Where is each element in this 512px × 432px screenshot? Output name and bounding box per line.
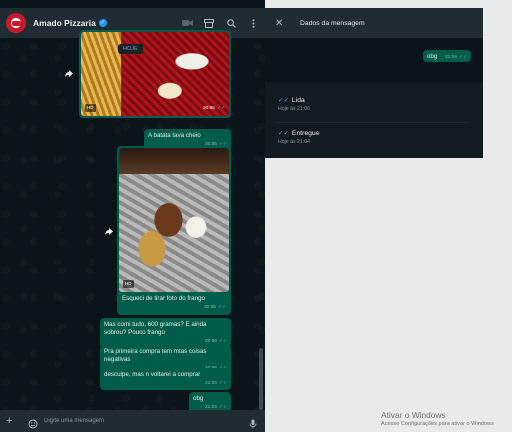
chat-body[interactable]: HD 20:55 ✓✓ A batata tava cheio 20:55 ✓✓ H… bbox=[0, 30, 265, 414]
message-input[interactable] bbox=[44, 414, 234, 428]
message-time: 21:04 ✓✓ bbox=[204, 381, 227, 386]
close-icon[interactable]: ✕ bbox=[275, 18, 287, 29]
photo-chicken[interactable]: HD bbox=[119, 148, 229, 292]
message-time: 21:04 ✓✓ bbox=[444, 55, 467, 60]
desktop-background bbox=[265, 158, 483, 432]
message-time: 20:55 ✓✓ bbox=[202, 106, 225, 111]
message-text: desculpe, mas n voltarei a comprar bbox=[104, 371, 201, 378]
image-message[interactable]: HD Esqueci de tirar foto do frango 20:55… bbox=[117, 146, 231, 315]
status-label: Lida bbox=[291, 96, 305, 104]
message-text: obg bbox=[426, 53, 438, 60]
info-title: Dados da mensagem bbox=[300, 19, 365, 27]
message-bubble[interactable]: Mas comi tudo, 600 gramas? E ainda sobro… bbox=[100, 318, 231, 348]
message-text: A batata tava cheio bbox=[148, 132, 201, 139]
info-preview: obg 21:04 ✓✓ bbox=[265, 38, 483, 82]
header-actions bbox=[181, 17, 259, 29]
image-message[interactable]: HD 20:55 ✓✓ bbox=[79, 30, 231, 118]
watermark-title: Ativar o Windows bbox=[381, 410, 446, 420]
emoji-icon[interactable] bbox=[28, 416, 38, 429]
status-time: Hoje às 21:04 bbox=[278, 139, 311, 145]
message-bubble: obg 21:04 ✓✓ bbox=[422, 50, 471, 62]
message-text: Mas comi tudo, 600 gramas? E ainda sobro… bbox=[104, 321, 207, 336]
double-check-icon: ✓✓ bbox=[278, 97, 289, 104]
info-header: ✕ Dados da mensagem bbox=[265, 8, 483, 38]
message-text: Pra primeira compra tem mtas coisas nega… bbox=[104, 348, 207, 363]
status-label: Entregue bbox=[291, 129, 320, 137]
status-list: ✓✓ Lida Hoje às 21:06 ✓✓ Entregue Hoje às … bbox=[265, 82, 483, 158]
forward-icon[interactable] bbox=[62, 66, 76, 80]
microphone-icon[interactable] bbox=[249, 416, 259, 429]
message-bubble[interactable]: desculpe, mas n voltarei a comprar 21:04… bbox=[100, 368, 231, 390]
watermark-subtitle: Acesse Configurações para ativar o Windo… bbox=[381, 421, 494, 427]
contact-name[interactable]: Amado Pizzaria bbox=[33, 18, 96, 28]
double-check-icon: ✓✓ bbox=[278, 130, 289, 137]
status-delivered: ✓✓ Entregue Hoje às 21:04 bbox=[278, 129, 320, 146]
desktop-background bbox=[265, 0, 512, 8]
chat-pane: Amado Pizzaria ✓ HD 20:55 ✓✓ A batata ta… bbox=[0, 0, 265, 432]
scrollbar[interactable] bbox=[259, 348, 263, 410]
message-text: obg bbox=[193, 395, 204, 402]
store-icon[interactable] bbox=[203, 17, 215, 29]
date-chip: HOJE bbox=[118, 44, 143, 54]
photo-fries[interactable]: HD 20:55 ✓✓ bbox=[81, 32, 229, 116]
status-time: Hoje às 21:06 bbox=[278, 106, 311, 112]
search-icon[interactable] bbox=[225, 17, 237, 29]
hd-badge: HD bbox=[85, 104, 96, 112]
divider bbox=[277, 122, 467, 123]
attach-plus-icon[interactable]: + bbox=[6, 415, 18, 427]
video-call-icon[interactable] bbox=[181, 17, 193, 29]
desktop-background bbox=[483, 0, 512, 432]
hd-badge: HD bbox=[123, 280, 134, 288]
composer: + bbox=[0, 410, 265, 432]
status-read: ✓✓ Lida Hoje às 21:06 bbox=[278, 96, 311, 113]
image-caption: Esqueci de tirar foto do frango 20:55 ✓✓ bbox=[122, 295, 226, 310]
menu-icon[interactable] bbox=[247, 17, 259, 29]
verified-badge-icon: ✓ bbox=[98, 19, 107, 27]
windows-activation-watermark: Ativar o Windows Acesse Configurações pa… bbox=[381, 410, 494, 427]
avatar[interactable] bbox=[6, 13, 26, 33]
forward-icon[interactable] bbox=[102, 224, 116, 238]
